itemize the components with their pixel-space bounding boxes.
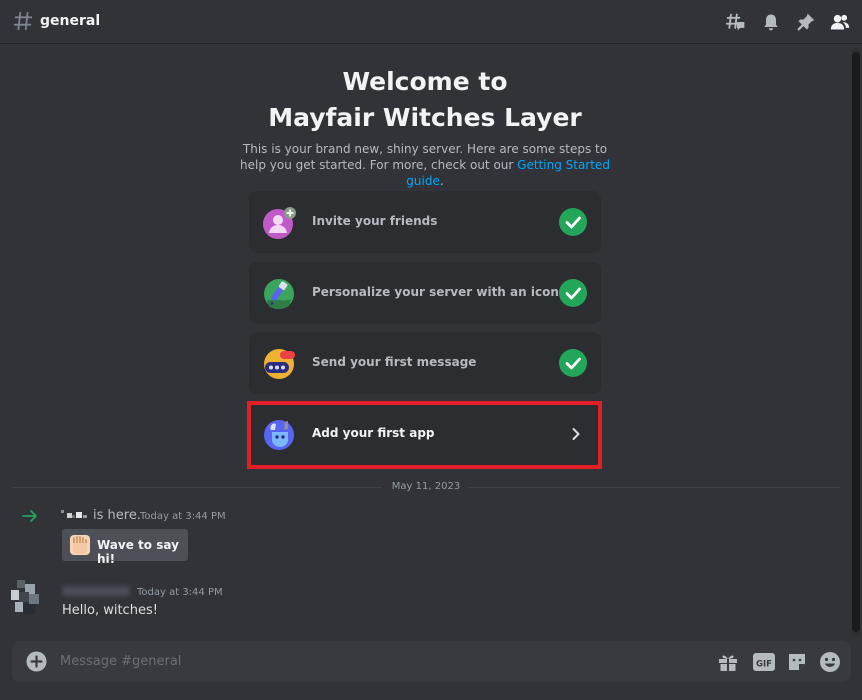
wave-sticker-icon <box>70 535 90 555</box>
pin-icon[interactable] <box>796 12 816 32</box>
message-input[interactable] <box>60 650 660 672</box>
checkmark-icon <box>565 357 581 370</box>
scrollbar-thumb[interactable] <box>852 52 860 632</box>
channel-header: general <box>0 0 862 44</box>
user-avatar[interactable] <box>9 580 43 616</box>
emoji-icon[interactable] <box>819 651 841 673</box>
date-divider-label: May 11, 2023 <box>391 481 461 492</box>
completed-check <box>559 279 587 307</box>
checkmark-icon <box>565 287 581 300</box>
threads-icon[interactable] <box>726 12 746 32</box>
completed-check <box>559 349 587 377</box>
user-avatar-small[interactable] <box>61 510 91 522</box>
notification-bell-icon[interactable] <box>761 12 781 32</box>
checklist-invite-friends[interactable]: Invite your friends <box>249 191 601 253</box>
checklist-label: Personalize your server with an icon <box>312 285 559 299</box>
gift-icon[interactable] <box>717 651 739 673</box>
checkmark-icon <box>565 216 581 229</box>
join-arrow-icon <box>22 510 37 522</box>
wave-to-say-hi-button[interactable]: Wave to say hi! <box>62 529 188 566</box>
join-message-text: is here. <box>93 508 141 523</box>
sticker-icon[interactable] <box>786 651 808 673</box>
channel-title: general <box>40 13 101 29</box>
username-redacted[interactable] <box>62 586 130 596</box>
welcome-title-line2: Mayfair Witches Layer <box>268 103 582 132</box>
wave-button-label: Wave to say hi! <box>97 538 179 566</box>
checklist-label: Invite your friends <box>312 214 438 228</box>
message-timestamp: Today at 3:44 PM <box>137 587 223 598</box>
message-icon <box>264 349 295 379</box>
message-timestamp: Today at 3:44 PM <box>140 511 226 522</box>
checklist-first-message[interactable]: Send your first message <box>249 332 601 394</box>
svg-text:GIF: GIF <box>756 660 772 670</box>
completed-check <box>559 208 587 236</box>
hashtag-icon <box>13 11 33 31</box>
date-divider-line <box>468 487 840 488</box>
member-list-icon[interactable] <box>830 12 850 32</box>
gif-icon[interactable]: GIF <box>752 651 776 673</box>
welcome-title-line1: Welcome to <box>342 67 508 96</box>
highlight-box <box>247 401 602 469</box>
checklist-label: Send your first message <box>312 355 477 369</box>
add-attachment-icon[interactable] <box>26 651 47 672</box>
message-content: Hello, witches! <box>62 603 158 618</box>
checklist-personalize-server[interactable]: Personalize your server with an icon <box>249 262 601 324</box>
invite-friends-icon <box>263 207 296 239</box>
message-composer: GIF <box>12 641 851 682</box>
welcome-subtitle: This is your brand new, shiny server. He… <box>240 142 610 188</box>
date-divider-line <box>12 487 382 488</box>
personalize-icon <box>264 279 294 309</box>
